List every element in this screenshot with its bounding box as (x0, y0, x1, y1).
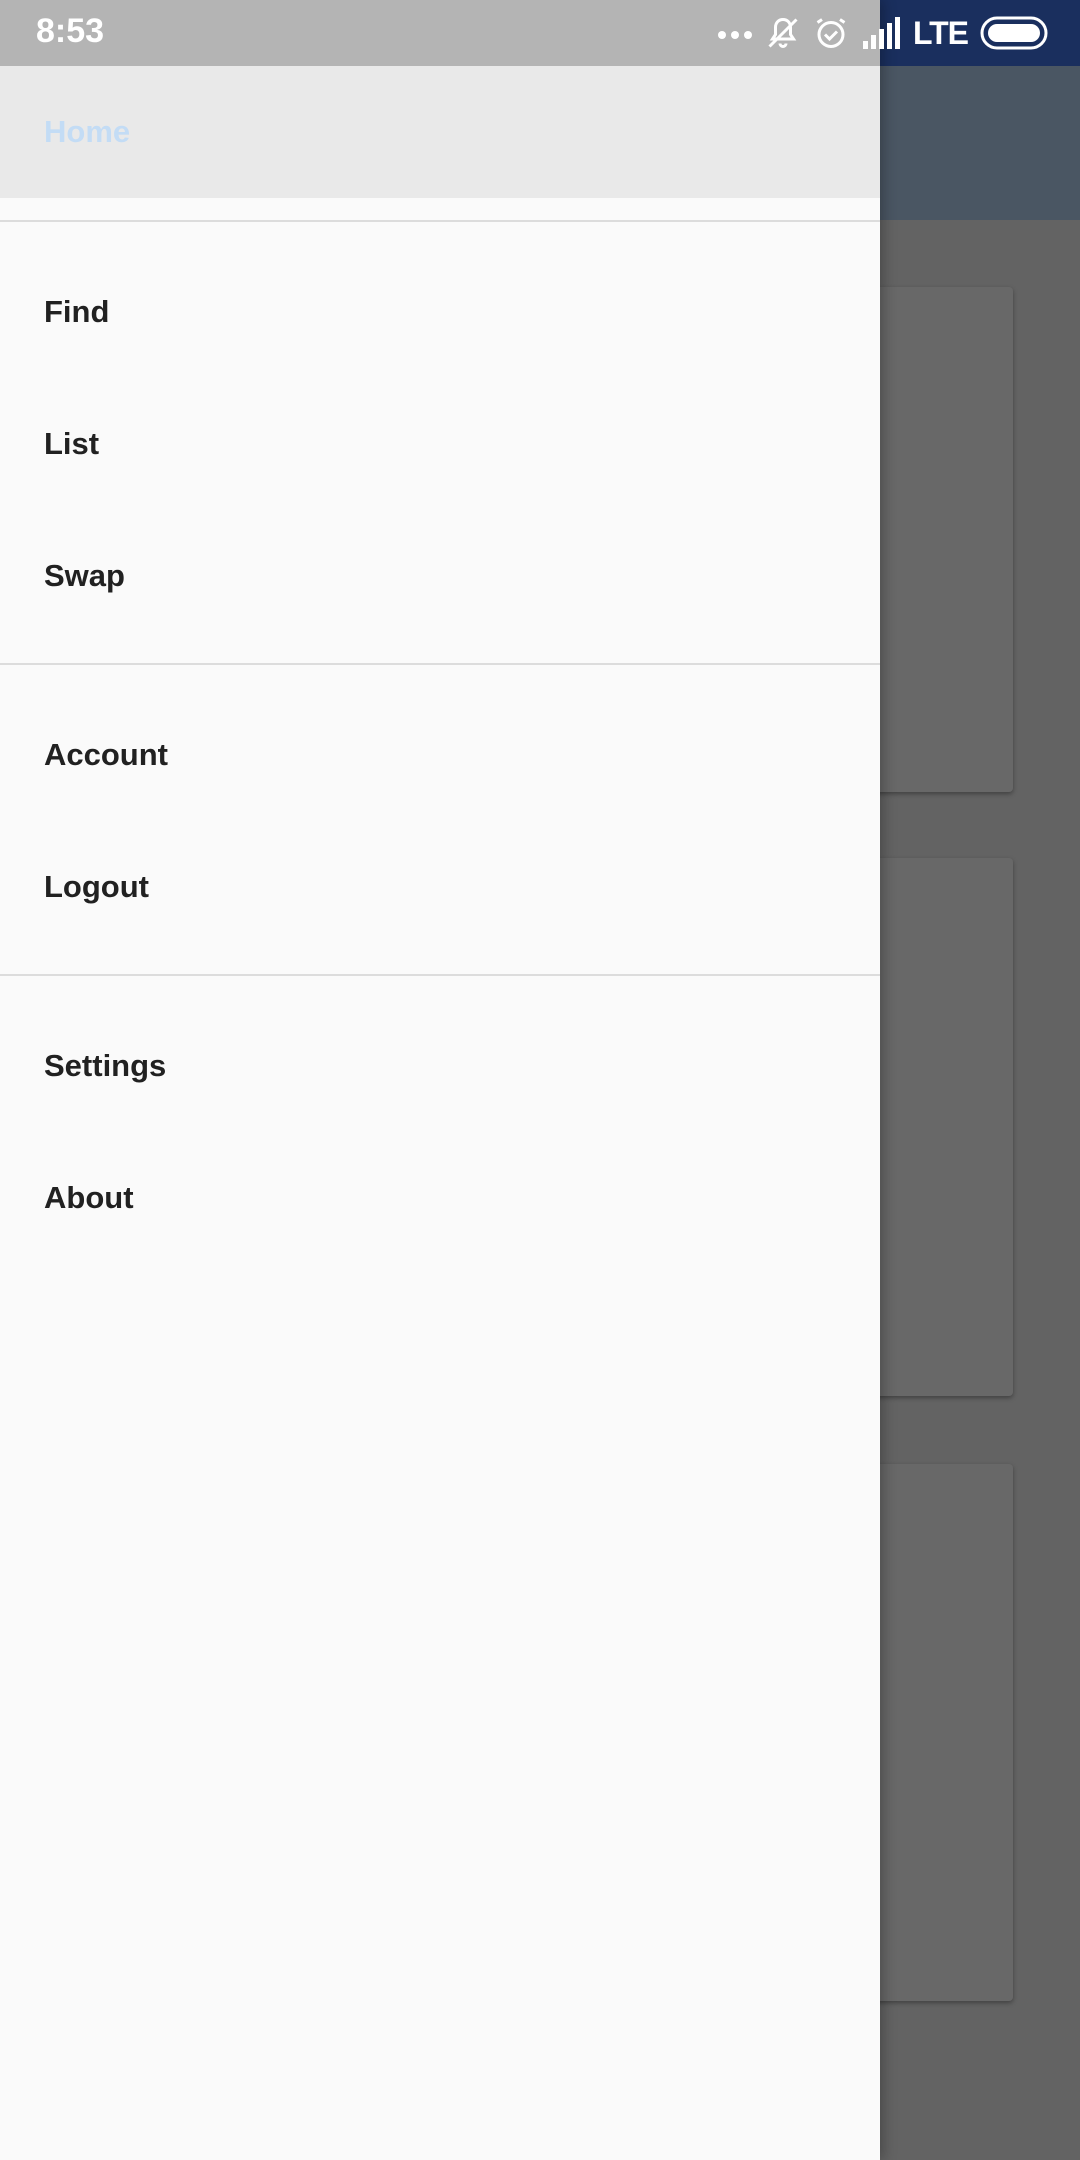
nav-item-logout[interactable]: Logout (0, 821, 880, 953)
signal-icon (861, 17, 901, 49)
nav-item-settings[interactable]: Settings (0, 1000, 880, 1132)
notifications-off-icon (765, 15, 801, 51)
more-dots-icon (717, 27, 753, 39)
nav-item-account[interactable]: Account (0, 689, 880, 821)
divider (0, 663, 880, 665)
nav-item-label: Settings (44, 1048, 167, 1083)
nav-item-swap[interactable]: Swap (0, 510, 880, 642)
nav-item-about[interactable]: About (0, 1132, 880, 1264)
battery-icon (980, 16, 1050, 50)
network-type-label: LTE (912, 14, 969, 51)
nav-item-find[interactable]: Find (0, 246, 880, 378)
nav-item-label: Find (44, 294, 110, 329)
nav-item-label: Logout (44, 869, 150, 904)
nav-item-label: List (44, 426, 100, 461)
divider (0, 974, 880, 976)
nav-item-label: Swap (44, 558, 125, 593)
navigation-drawer: Home Find List Swap Account Logout Setti… (0, 0, 880, 2160)
status-time: 8:53 (36, 12, 105, 50)
status-icons: LTE (717, 12, 1050, 54)
nav-item-label: Account (44, 737, 168, 772)
nav-item-label: Home (44, 114, 131, 149)
nav-item-list[interactable]: List (0, 378, 880, 510)
alarm-icon (813, 15, 849, 51)
divider (0, 220, 880, 222)
nav-item-home[interactable]: Home (0, 66, 880, 198)
nav-item-label: About (44, 1180, 134, 1215)
status-bar: 8:53 LTE (0, 0, 1080, 66)
